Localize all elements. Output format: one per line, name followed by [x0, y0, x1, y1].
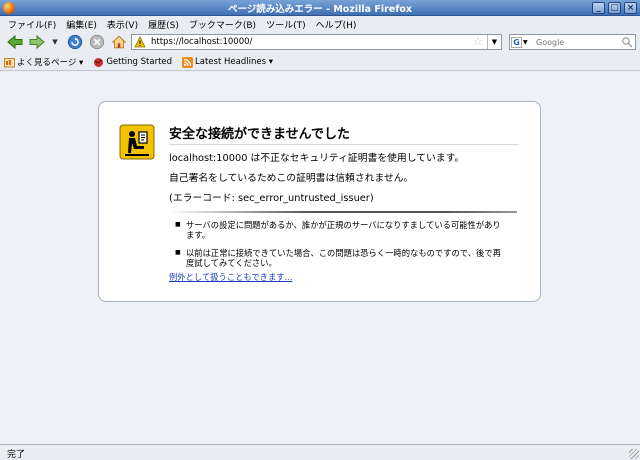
- warning-icon: [134, 36, 146, 48]
- bookmarks-toolbar: よく見るページ ▾ Getting Started Latest Headlin…: [0, 54, 640, 71]
- list-item: サーバの設定に問題があるか、誰かが正規のサーバになりすましている可能性があります…: [175, 220, 505, 240]
- search-engine-selector[interactable]: G ▼: [511, 36, 533, 48]
- security-warning-icon: [119, 124, 155, 160]
- menu-bookmarks[interactable]: ブックマーク(B): [185, 16, 262, 31]
- stop-button[interactable]: [88, 33, 106, 51]
- window-title: ページ読み込みエラー - Mozilla Firefox: [227, 4, 413, 15]
- bookmark-label: Latest Headlines ▾: [195, 57, 273, 67]
- address-bar[interactable]: https://localhost:10000/ ☆ ▼: [131, 34, 502, 50]
- bookmark-most-visited[interactable]: よく見るページ ▾: [4, 56, 83, 68]
- chevron-down-icon: ▼: [523, 38, 528, 46]
- reload-button[interactable]: [66, 33, 84, 51]
- divider: [169, 211, 517, 213]
- bookmark-latest-headlines[interactable]: Latest Headlines ▾: [182, 56, 273, 68]
- resize-grip[interactable]: [629, 449, 639, 459]
- bookmark-label: よく見るページ ▾: [17, 58, 84, 68]
- forward-arrow-icon: [29, 34, 45, 50]
- url-text: https://localhost:10000/: [151, 37, 253, 47]
- forward-button[interactable]: [28, 33, 46, 51]
- url-dropdown-button[interactable]: ▼: [487, 35, 501, 49]
- search-input[interactable]: [536, 36, 620, 48]
- rss-icon: [182, 56, 194, 68]
- menu-view[interactable]: 表示(V): [103, 16, 144, 31]
- back-button[interactable]: [6, 33, 24, 51]
- error-code: (エラーコード: sec_error_untrusted_issuer): [169, 193, 374, 204]
- error-description: localhost:10000 は不正なセキュリティ証明書を使用しています。: [169, 153, 465, 164]
- getting-started-icon: [94, 57, 104, 67]
- title-bar: ページ読み込みエラー - Mozilla Firefox _ □ ×: [0, 0, 640, 16]
- search-bar: G ▼: [509, 34, 636, 50]
- error-title: 安全な接続ができませんでした: [169, 123, 519, 145]
- menu-bar: ファイル(F) 編集(E) 表示(V) 履歴(S) ブックマーク(B) ツール(…: [0, 16, 640, 31]
- reload-icon: [67, 34, 83, 50]
- menu-tools[interactable]: ツール(T): [262, 16, 312, 31]
- window-controls: _ □ ×: [592, 2, 637, 14]
- status-bar: 完了: [0, 444, 640, 460]
- maximize-button[interactable]: □: [608, 2, 621, 14]
- back-arrow-icon: [7, 34, 23, 50]
- home-icon: [111, 35, 127, 49]
- add-exception-link[interactable]: 例外として扱うこともできます...: [169, 271, 293, 283]
- home-button[interactable]: [110, 33, 128, 51]
- navigation-toolbar: ▼ https://localhost:10000/ ☆ ▼ G ▼ Googl…: [0, 31, 640, 53]
- search-icon[interactable]: [621, 36, 633, 48]
- menu-edit[interactable]: 編集(E): [62, 16, 103, 31]
- most-visited-icon: [4, 57, 15, 67]
- history-dropdown-button[interactable]: ▼: [50, 33, 60, 51]
- error-panel: 安全な接続ができませんでした localhost:10000 は不正なセキュリテ…: [98, 101, 541, 302]
- close-button[interactable]: ×: [624, 2, 637, 14]
- stop-icon: [89, 34, 105, 50]
- minimize-button[interactable]: _: [592, 2, 605, 14]
- bookmark-label: Getting Started: [106, 57, 173, 67]
- menu-help[interactable]: ヘルプ(H): [312, 16, 363, 31]
- page-content: 安全な接続ができませんでした localhost:10000 は不正なセキュリテ…: [0, 72, 640, 444]
- menu-file[interactable]: ファイル(F): [4, 16, 62, 31]
- error-hints-list: サーバの設定に問題があるか、誰かが正規のサーバになりすましている可能性があります…: [175, 220, 505, 276]
- google-icon: G: [511, 36, 522, 48]
- bookmark-star-icon[interactable]: ☆: [473, 35, 483, 48]
- menu-history[interactable]: 履歴(S): [144, 16, 185, 31]
- bookmark-getting-started[interactable]: Getting Started: [93, 57, 172, 68]
- list-item: 以前は正常に接続できていた場合、この問題は恐らく一時的なものですので、後で再度試…: [175, 248, 505, 268]
- status-text: 完了: [7, 450, 26, 460]
- error-detail: 自己署名をしているためこの証明書は信頼されません。: [169, 173, 414, 184]
